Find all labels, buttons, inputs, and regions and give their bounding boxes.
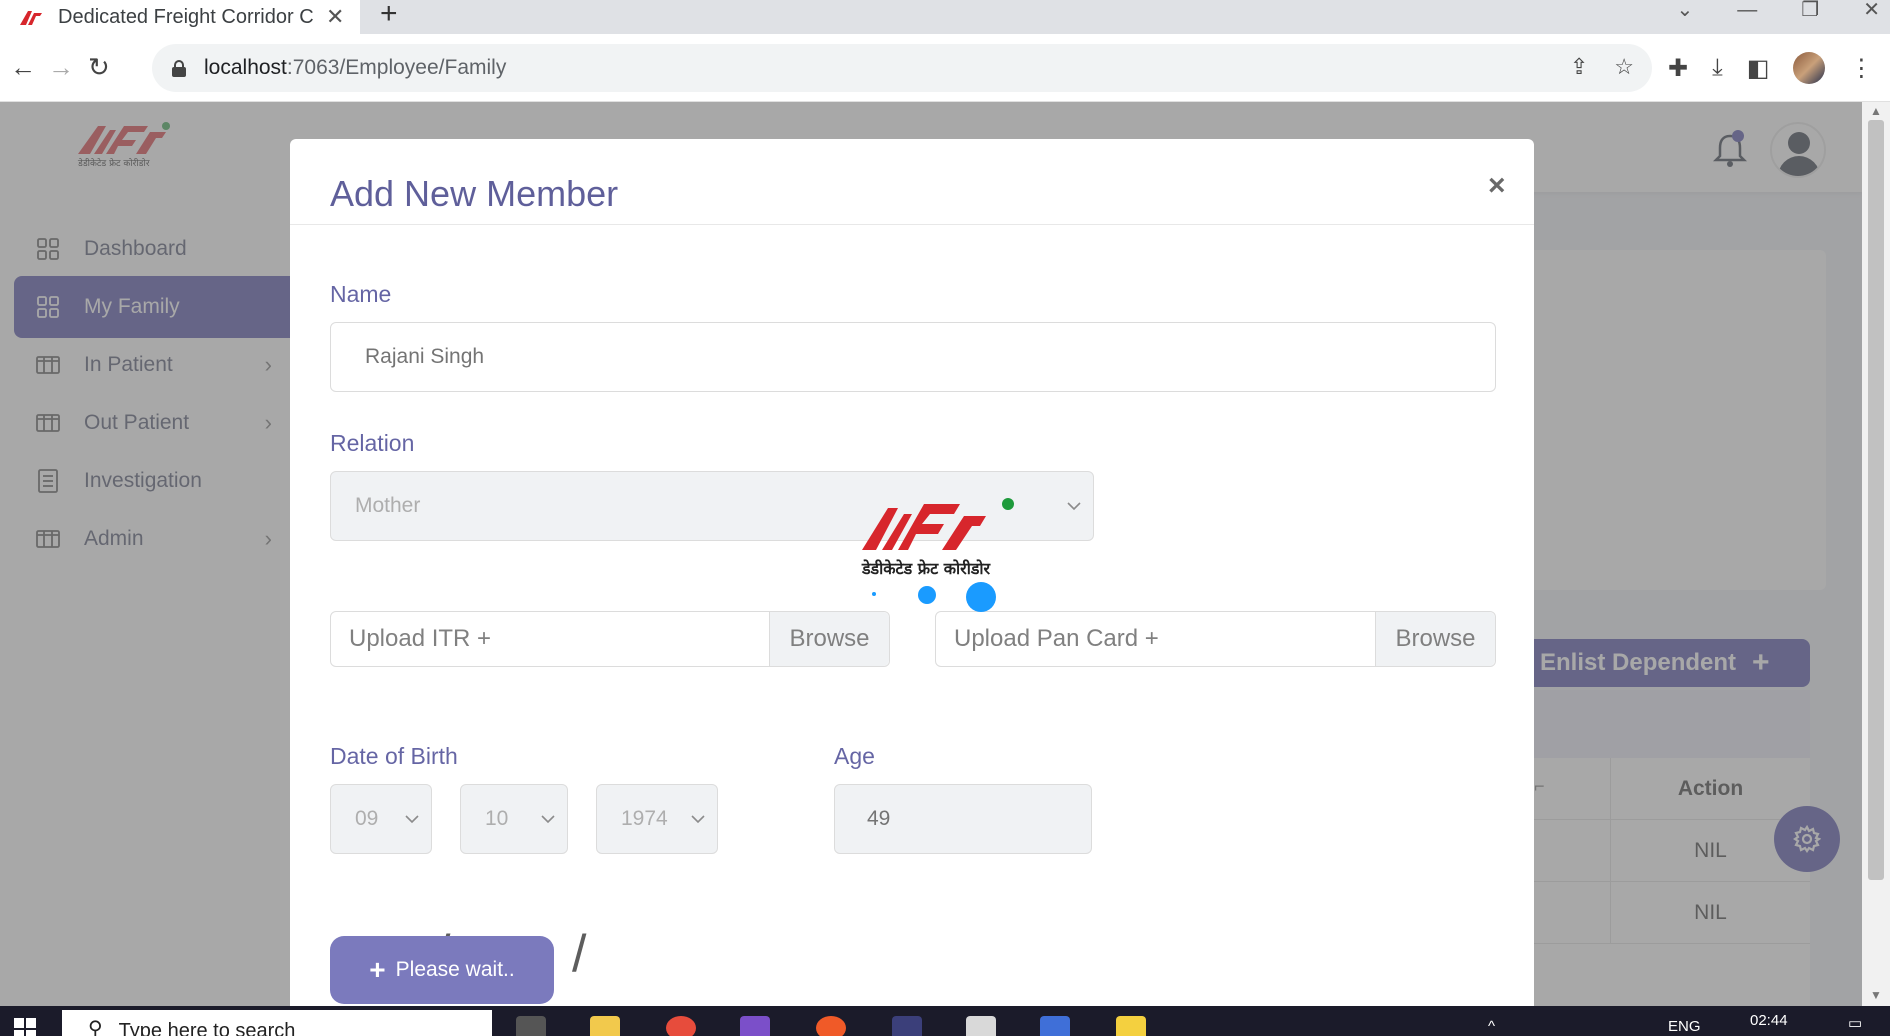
file-explorer-icon[interactable] [590, 1016, 620, 1036]
postman-icon[interactable] [816, 1016, 846, 1036]
loader-dot [966, 582, 996, 612]
windows-start-icon[interactable] [14, 1018, 36, 1036]
bookmark-star-icon[interactable]: ☆ [1614, 54, 1634, 80]
browser-tab-strip: Dedicated Freight Corridor Corp ✕ + ⌄ — … [0, 0, 1890, 34]
restore-icon[interactable]: ❐ [1801, 0, 1819, 20]
scroll-down-icon[interactable]: ▼ [1870, 988, 1882, 1002]
scroll-up-icon[interactable]: ▲ [1870, 104, 1882, 118]
share-icon[interactable]: ⇪ [1570, 54, 1588, 80]
terminal-icon[interactable] [892, 1016, 922, 1036]
profile-avatar[interactable] [1793, 52, 1826, 84]
url-text: localhost:7063/Employee/Family [204, 56, 507, 79]
minimize-icon[interactable]: — [1737, 0, 1757, 20]
scroll-thumb[interactable] [1868, 120, 1884, 880]
side-panel-icon[interactable]: ◧ [1747, 54, 1770, 83]
notification-center-icon[interactable]: ▭ [1848, 1014, 1862, 1032]
taskbar-search[interactable]: ⚲ Type here to search [62, 1010, 492, 1036]
page-scrollbar[interactable]: ▲ ▼ [1862, 102, 1890, 1006]
task-view-icon[interactable] [516, 1016, 546, 1036]
svg-text:डेडीकेटेड फ्रेट कोरीडोर: डेडीकेटेड फ्रेट कोरीडोर [861, 559, 992, 578]
browser-toolbar: ← → ↻ localhost:7063/Employee/Family ⇪ ☆… [0, 34, 1890, 102]
clock-time[interactable]: 02:44 [1750, 1012, 1788, 1029]
loader-dot [918, 586, 936, 604]
new-tab-icon[interactable]: + [380, 0, 398, 29]
language-indicator[interactable]: ENG [1668, 1018, 1701, 1035]
notepad-icon[interactable] [966, 1016, 996, 1036]
download-icon[interactable]: ⤓ [1712, 54, 1723, 82]
reload-icon[interactable]: ↻ [88, 52, 110, 83]
dfc-loader-logo: डेडीकेटेड फ्रेट कोरीडोर [861, 498, 1014, 578]
taskbar-search-placeholder: Type here to search [118, 1020, 296, 1036]
search-icon: ⚲ [88, 1018, 103, 1036]
app-icon[interactable] [1040, 1016, 1070, 1036]
tab-search-icon[interactable]: ⌄ [1677, 0, 1694, 20]
loading-spinner: डेडीकेटेड फ्रेट कोरीडोर [856, 494, 1016, 614]
extensions-puzzle-icon[interactable]: ✚ [1668, 54, 1688, 83]
browser-tab[interactable]: Dedicated Freight Corridor Corp ✕ [0, 0, 360, 34]
dfc-favicon-icon [18, 6, 44, 28]
back-icon[interactable]: ← [10, 52, 36, 83]
chrome-icon[interactable] [666, 1016, 696, 1036]
tab-close-icon[interactable]: ✕ [326, 4, 344, 30]
forward-icon[interactable]: → [48, 52, 74, 83]
windows-taskbar: ⚲ Type here to search ^ ENG 02:44 ▭ [0, 1006, 1890, 1036]
loader-dot [872, 592, 876, 596]
tray-chevron-icon[interactable]: ^ [1488, 1018, 1495, 1035]
close-window-icon[interactable]: ✕ [1863, 0, 1880, 20]
folder-icon[interactable] [1116, 1016, 1146, 1036]
tab-title: Dedicated Freight Corridor Corp [58, 5, 314, 28]
lock-icon[interactable] [172, 60, 186, 77]
visual-studio-icon[interactable] [740, 1016, 770, 1036]
address-bar[interactable]: localhost:7063/Employee/Family ⇪ ☆ [152, 44, 1652, 92]
menu-kebab-icon[interactable]: ⋮ [1849, 54, 1873, 83]
